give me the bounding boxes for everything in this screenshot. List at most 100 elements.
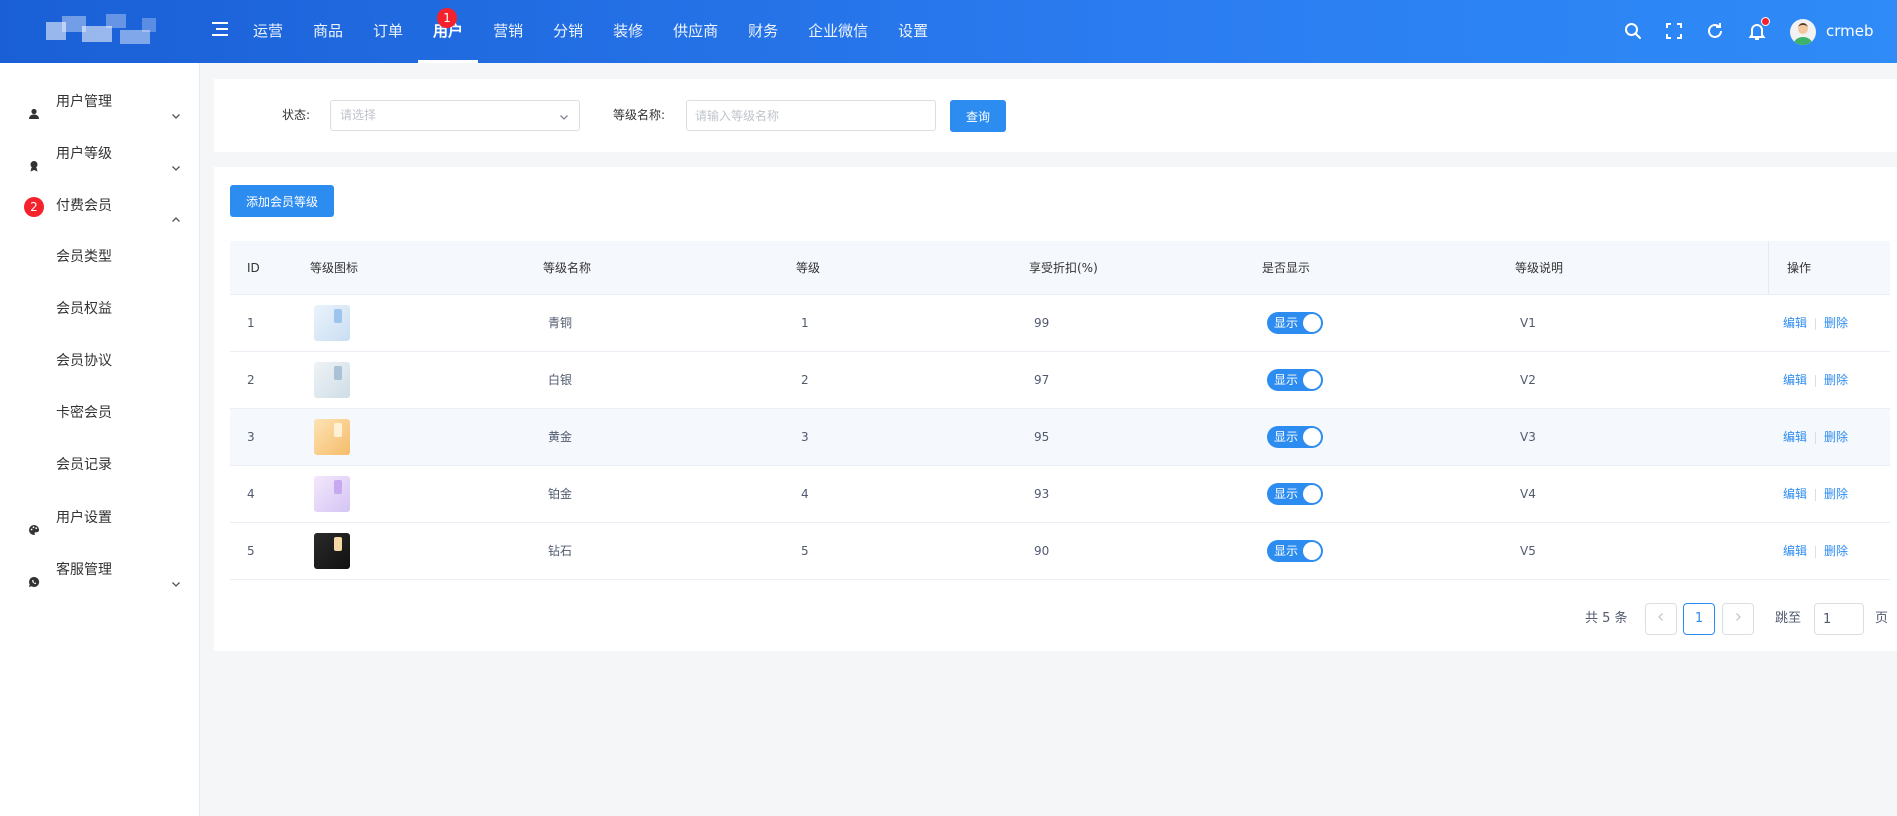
chevron-right-icon bbox=[1736, 613, 1741, 621]
cell-level: 3 bbox=[801, 430, 809, 444]
status-label: 状态: bbox=[282, 108, 311, 122]
delete-link[interactable]: 删除 bbox=[1824, 316, 1848, 330]
nav-item-finance[interactable]: 财务 bbox=[733, 0, 793, 63]
page-number-button[interactable]: 1 bbox=[1683, 603, 1715, 635]
sidebar-item-customer-service[interactable]: 客服管理 bbox=[0, 550, 200, 590]
status-select-placeholder: 请选择 bbox=[340, 108, 377, 122]
nav-item-wecom[interactable]: 企业微信 bbox=[793, 0, 883, 63]
level-badge-icon bbox=[314, 419, 350, 455]
main-card: 添加会员等级 ID 等级图标 等级名称 等级 享受折扣(%) 是否显示 等级说明… bbox=[214, 167, 1897, 651]
notification-dot bbox=[1761, 17, 1770, 26]
cell-discount: 97 bbox=[1034, 373, 1050, 387]
toggle-knob bbox=[1303, 542, 1321, 560]
logo[interactable] bbox=[46, 12, 156, 52]
level-name-input[interactable] bbox=[686, 100, 936, 131]
cell-actions: 编辑 删除 bbox=[1783, 466, 1848, 522]
level-badge-icon bbox=[314, 362, 350, 398]
pagination-total: 共 5 条 bbox=[1585, 611, 1628, 626]
query-button[interactable]: 查询 bbox=[950, 100, 1006, 132]
toggle-knob bbox=[1303, 485, 1321, 503]
cell-desc: V1 bbox=[1520, 316, 1536, 330]
sidebar-subitem-member-agreement[interactable]: 会员协议 bbox=[0, 341, 200, 381]
next-page-button[interactable] bbox=[1722, 603, 1754, 635]
edit-link[interactable]: 编辑 bbox=[1783, 316, 1807, 330]
menu-collapse-icon[interactable] bbox=[212, 22, 230, 38]
show-toggle[interactable]: 显示 bbox=[1267, 483, 1323, 505]
show-toggle[interactable]: 显示 bbox=[1267, 369, 1323, 391]
sidebar-subitem-member-rights[interactable]: 会员权益 bbox=[0, 289, 200, 329]
column-header-desc: 等级说明 bbox=[1515, 261, 1564, 275]
nav-item-settings[interactable]: 设置 bbox=[883, 0, 943, 63]
delete-link[interactable]: 删除 bbox=[1824, 430, 1848, 444]
edit-link[interactable]: 编辑 bbox=[1783, 373, 1807, 387]
cell-level: 5 bbox=[801, 544, 809, 558]
nav-item-product[interactable]: 商品 bbox=[298, 0, 358, 63]
jump-page-input[interactable] bbox=[1814, 603, 1864, 635]
edit-link[interactable]: 编辑 bbox=[1783, 544, 1807, 558]
nav-item-operation[interactable]: 运营 bbox=[238, 0, 298, 63]
sidebar-item-user-management[interactable]: 用户管理 bbox=[0, 82, 200, 122]
chevron-down-icon bbox=[171, 565, 181, 587]
edit-link[interactable]: 编辑 bbox=[1783, 487, 1807, 501]
chevron-down-icon bbox=[171, 149, 181, 171]
column-header-discount: 享受折扣(%) bbox=[1029, 261, 1098, 275]
nav-item-order[interactable]: 订单 bbox=[358, 0, 418, 63]
show-toggle[interactable]: 显示 bbox=[1267, 312, 1323, 334]
cell-discount: 95 bbox=[1034, 430, 1050, 444]
avatar[interactable] bbox=[1790, 19, 1816, 45]
sidebar-subitem-card-member[interactable]: 卡密会员 bbox=[0, 393, 200, 433]
delete-link[interactable]: 删除 bbox=[1824, 544, 1848, 558]
show-toggle[interactable]: 显示 bbox=[1267, 426, 1323, 448]
filter-card: 状态: 请选择 等级名称: 查询 bbox=[214, 79, 1897, 152]
delete-link[interactable]: 删除 bbox=[1824, 487, 1848, 501]
cell-actions: 编辑 删除 bbox=[1783, 352, 1848, 408]
sidebar-item-user-settings[interactable]: 用户设置 bbox=[0, 498, 200, 538]
column-header-id: ID bbox=[247, 261, 260, 275]
cell-id: 1 bbox=[247, 316, 255, 330]
level-badge-icon bbox=[314, 305, 350, 341]
level-name-label: 等级名称: bbox=[613, 108, 666, 122]
chevron-up-icon bbox=[171, 201, 181, 222]
sidebar-subitem-member-records[interactable]: 会员记录 bbox=[0, 445, 200, 485]
page-suffix: 页 bbox=[1875, 611, 1889, 626]
nav-item-decoration[interactable]: 装修 bbox=[598, 0, 658, 63]
nav-item-marketing[interactable]: 营销 bbox=[478, 0, 538, 63]
show-toggle[interactable]: 显示 bbox=[1267, 540, 1323, 562]
cell-level: 2 bbox=[801, 373, 809, 387]
username[interactable]: crmeb bbox=[1826, 20, 1874, 42]
sidebar-subitem-member-type[interactable]: 会员类型 bbox=[0, 237, 200, 277]
cell-id: 5 bbox=[247, 544, 255, 558]
sidebar-item-user-level[interactable]: 用户等级 bbox=[0, 134, 200, 174]
nav-item-distribution[interactable]: 分销 bbox=[538, 0, 598, 63]
add-member-level-button[interactable]: 添加会员等级 bbox=[230, 185, 334, 217]
level-badge-icon bbox=[314, 476, 350, 512]
top-nav: 运营 商品 订单 1 用户 营销 分销 装修 供应商 财务 企业微信 设置 bbox=[238, 0, 943, 63]
action-divider bbox=[1815, 488, 1817, 501]
nav-item-user[interactable]: 1 用户 bbox=[418, 0, 479, 63]
table-row: 3 黄金 3 95 显示 V3 编辑 删除 bbox=[230, 409, 1890, 466]
table-row: 1 青铜 1 99 显示 V1 编辑 删除 bbox=[230, 295, 1890, 352]
bell-icon[interactable] bbox=[1746, 17, 1770, 42]
column-header-name: 等级名称 bbox=[543, 261, 592, 275]
search-icon[interactable] bbox=[1622, 20, 1644, 42]
prev-page-button[interactable] bbox=[1645, 603, 1677, 635]
table-row: 5 钻石 5 90 显示 V5 编辑 删除 bbox=[230, 523, 1890, 580]
cell-id: 4 bbox=[247, 487, 255, 501]
column-header-level: 等级 bbox=[796, 261, 821, 275]
delete-link[interactable]: 删除 bbox=[1824, 373, 1848, 387]
column-header-actions: 操作 bbox=[1787, 261, 1812, 275]
nav-item-supplier[interactable]: 供应商 bbox=[658, 0, 733, 63]
cell-discount: 90 bbox=[1034, 544, 1050, 558]
action-divider bbox=[1815, 431, 1817, 444]
sidebar-item-paid-membership[interactable]: 2 付费会员 bbox=[0, 186, 200, 226]
level-icon bbox=[28, 148, 40, 172]
cell-name: 黄金 bbox=[548, 430, 573, 444]
table-row: 2 白银 2 97 显示 V2 编辑 删除 bbox=[230, 352, 1890, 409]
edit-link[interactable]: 编辑 bbox=[1783, 430, 1807, 444]
column-header-show: 是否显示 bbox=[1262, 261, 1311, 275]
fullscreen-icon[interactable] bbox=[1663, 20, 1685, 42]
refresh-icon[interactable] bbox=[1704, 20, 1726, 42]
cell-id: 2 bbox=[247, 373, 255, 387]
status-select[interactable]: 请选择 bbox=[330, 100, 580, 131]
cell-actions: 编辑 删除 bbox=[1783, 523, 1848, 579]
